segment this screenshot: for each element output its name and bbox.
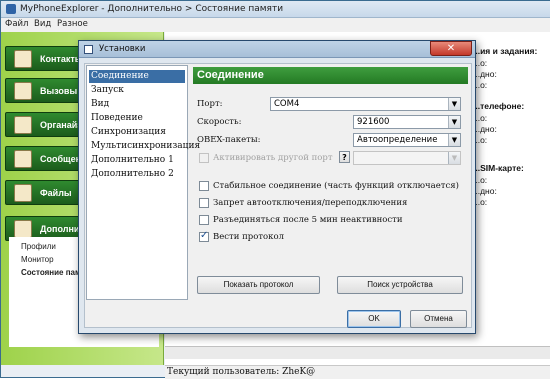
dialog-body: Соединение Запуск Вид Поведение Синхрони… <box>84 63 472 328</box>
obex-select[interactable]: Автоопределение ▼ <box>353 133 461 147</box>
nav-label: Контакты <box>40 54 83 64</box>
messages-icon <box>14 150 32 168</box>
main-titlebar: MyPhoneExplorer - Дополнительно > Состоя… <box>1 1 550 18</box>
category-extra-2[interactable]: Дополнительно 2 <box>89 168 185 181</box>
chevron-down-icon: ▼ <box>448 134 460 146</box>
obex-value: Автоопределение <box>357 135 438 145</box>
calls-icon <box>14 82 32 100</box>
settings-dialog: Установки ✕ Соединение Запуск Вид Поведе… <box>78 40 476 334</box>
keep-log-checkbox[interactable] <box>199 230 209 242</box>
organizer-icon <box>14 116 32 134</box>
menu-file[interactable]: Файл <box>5 19 28 29</box>
stable-connection-label: Стабильное соединение (часть функций отк… <box>213 181 459 191</box>
category-multisync[interactable]: Мультисинхронизация <box>89 140 200 153</box>
memory-heading: ...телефоне: <box>473 101 525 111</box>
category-behavior[interactable]: Поведение <box>89 112 185 125</box>
memory-heading: ...SIM-карте: <box>473 163 524 173</box>
tools-icon <box>14 220 32 238</box>
speed-select[interactable]: 921600 ▼ <box>353 115 461 129</box>
menu-view[interactable]: Вид <box>34 19 51 29</box>
show-log-button[interactable]: Показать протокол <box>197 276 320 294</box>
category-extra-1[interactable]: Дополнительно 1 <box>89 154 185 167</box>
help-button[interactable]: ? <box>339 151 350 163</box>
other-port-select[interactable]: ▼ <box>353 151 461 165</box>
category-connection[interactable]: Соединение <box>89 70 185 83</box>
app-icon <box>6 4 16 14</box>
memory-line: ...дно: <box>473 124 497 134</box>
cancel-button[interactable]: Отмена <box>410 310 467 328</box>
chevron-down-icon: ▼ <box>448 98 460 110</box>
stable-connection-checkbox[interactable] <box>199 181 209 191</box>
category-view[interactable]: Вид <box>89 98 185 111</box>
category-list: Соединение Запуск Вид Поведение Синхрони… <box>86 65 200 300</box>
no-autodisconnect-checkbox[interactable] <box>199 198 209 208</box>
memory-line: ...дно: <box>473 69 497 79</box>
close-button[interactable]: ✕ <box>430 41 472 56</box>
port-select[interactable]: COM4 ▼ <box>270 97 461 111</box>
subnav-monitor[interactable]: Монитор <box>21 255 54 264</box>
memory-line: ...дно: <box>473 186 497 196</box>
obex-label: OBEX-пакеты: <box>197 135 261 145</box>
keep-log-label: Вести протокол <box>213 232 284 242</box>
dialog-titlebar: Установки <box>79 41 475 58</box>
files-icon <box>14 184 32 202</box>
category-startup[interactable]: Запуск <box>89 84 185 97</box>
nav-label: Файлы <box>40 188 72 198</box>
chevron-down-icon: ▼ <box>448 116 460 128</box>
port-value: COM4 <box>274 99 300 109</box>
no-autodisconnect-label: Запрет автоотключения/переподключения <box>213 198 408 208</box>
main-title: MyPhoneExplorer - Дополнительно > Состоя… <box>20 4 284 14</box>
memory-heading: ...ия и задания: <box>473 46 538 56</box>
status-bar: Текущий пользователь: ZheK@ <box>165 365 550 379</box>
dialog-icon <box>84 45 93 54</box>
other-port-label: Активировать другой порт <box>213 153 333 163</box>
horizontal-scrollbar[interactable] <box>165 346 550 359</box>
disconnect-idle-checkbox[interactable] <box>199 215 209 225</box>
menu-bar: Файл Вид Разное <box>1 18 550 32</box>
speed-label: Скорость: <box>197 117 242 127</box>
category-sync[interactable]: Синхронизация <box>89 126 185 139</box>
menu-misc[interactable]: Разное <box>57 19 88 29</box>
find-device-button[interactable]: Поиск устройства <box>337 276 463 294</box>
other-port-checkbox[interactable] <box>199 153 209 163</box>
contacts-icon <box>14 50 32 68</box>
panel-title: Соединение <box>193 67 468 84</box>
ok-button[interactable]: OK <box>347 310 401 328</box>
nav-label: Вызовы <box>40 86 78 96</box>
dialog-title: Установки <box>99 44 146 54</box>
disconnect-idle-label: Разъединяться после 5 мин неактивности <box>213 215 403 225</box>
speed-value: 921600 <box>357 117 390 127</box>
chevron-down-icon: ▼ <box>448 152 460 164</box>
status-user: Текущий пользователь: ZheK@ <box>167 367 316 377</box>
subnav-profiles[interactable]: Профили <box>21 242 56 251</box>
port-label: Порт: <box>197 99 223 109</box>
